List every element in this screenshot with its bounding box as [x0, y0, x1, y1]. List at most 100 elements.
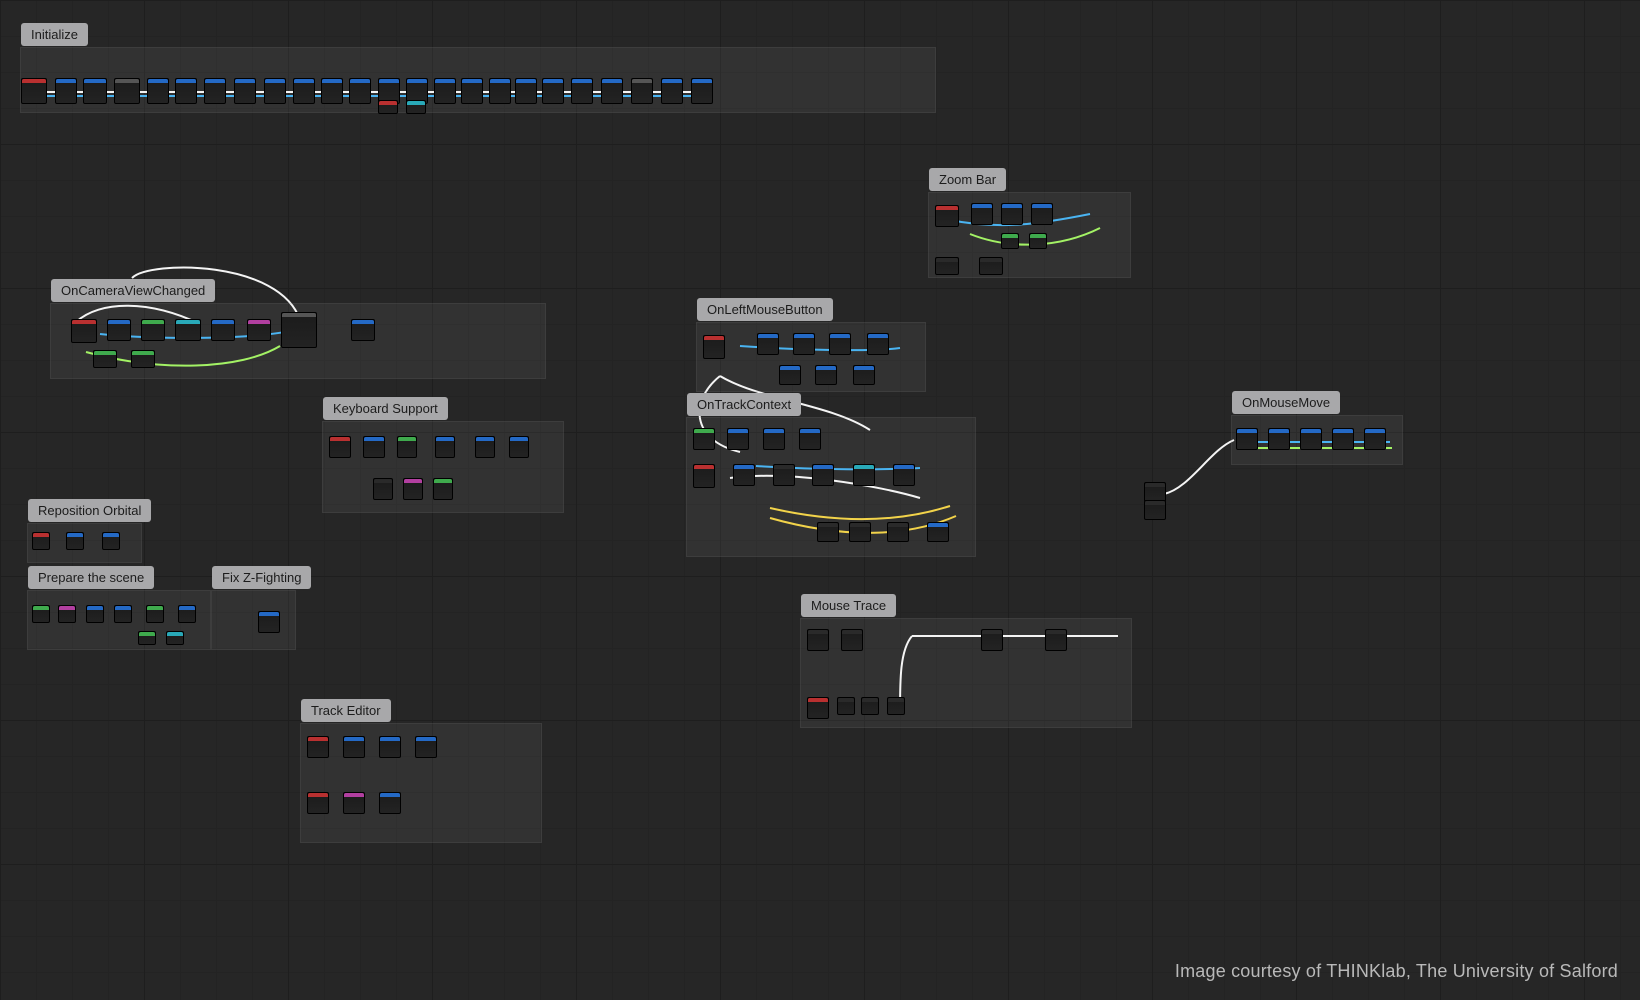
blueprint-node[interactable] [757, 333, 779, 355]
blueprint-node[interactable] [1001, 203, 1023, 225]
comment-title[interactable]: Keyboard Support [323, 397, 448, 420]
blueprint-node[interactable] [841, 629, 863, 651]
blueprint-node[interactable] [631, 78, 653, 104]
blueprint-node[interactable] [837, 697, 855, 715]
comment-title[interactable]: OnCameraViewChanged [51, 279, 215, 302]
blueprint-node[interactable] [893, 464, 915, 486]
comment-fixz[interactable]: Fix Z-Fighting [211, 590, 296, 650]
comment-onmousemove[interactable]: OnMouseMove [1231, 415, 1403, 465]
blueprint-node[interactable] [981, 629, 1003, 651]
comment-zoombar[interactable]: Zoom Bar [928, 192, 1131, 278]
blueprint-node[interactable] [763, 428, 785, 450]
blueprint-node[interactable] [703, 335, 725, 359]
blueprint-node[interactable] [887, 522, 909, 542]
blueprint-node[interactable] [812, 464, 834, 486]
blueprint-node[interactable] [799, 428, 821, 450]
blueprint-node[interactable] [434, 78, 456, 104]
blueprint-node[interactable] [234, 78, 256, 104]
comment-mousetrace[interactable]: Mouse Trace [800, 618, 1132, 728]
blueprint-node[interactable] [807, 629, 829, 651]
comment-title[interactable]: Track Editor [301, 699, 391, 722]
blueprint-node[interactable] [55, 78, 77, 104]
blueprint-node[interactable] [1029, 233, 1047, 249]
blueprint-node[interactable] [307, 792, 329, 814]
blueprint-node[interactable] [435, 436, 455, 458]
blueprint-node[interactable] [935, 205, 959, 227]
blueprint-node[interactable] [1045, 629, 1067, 651]
blueprint-node[interactable] [281, 312, 317, 348]
blueprint-node[interactable] [727, 428, 749, 450]
comment-reporbital[interactable]: Reposition Orbital [27, 523, 142, 563]
blueprint-node[interactable] [1031, 203, 1053, 225]
blueprint-node[interactable] [166, 631, 184, 645]
blueprint-node[interactable] [321, 78, 343, 104]
blueprint-node[interactable] [853, 365, 875, 385]
blueprint-node[interactable] [475, 436, 495, 458]
blueprint-node[interactable] [1332, 428, 1354, 450]
blueprint-node[interactable] [378, 100, 398, 114]
blueprint-node[interactable] [83, 78, 107, 104]
blueprint-node[interactable] [1001, 233, 1019, 249]
blueprint-node[interactable] [102, 532, 120, 550]
comment-title[interactable]: Zoom Bar [929, 168, 1006, 191]
blueprint-node[interactable] [379, 736, 401, 758]
blueprint-node[interactable] [175, 78, 197, 104]
comment-title[interactable]: Initialize [21, 23, 88, 46]
blueprint-node[interactable] [66, 532, 84, 550]
comment-title[interactable]: Fix Z-Fighting [212, 566, 311, 589]
comment-initialize[interactable]: Initialize [20, 47, 936, 113]
blueprint-node[interactable] [307, 736, 329, 758]
blueprint-node[interactable] [661, 78, 683, 104]
blueprint-node[interactable] [329, 436, 351, 458]
blueprint-node[interactable] [147, 78, 169, 104]
blueprint-node[interactable] [349, 78, 371, 104]
blueprint-node[interactable] [204, 78, 226, 104]
blueprint-node[interactable] [175, 319, 201, 341]
blueprint-node[interactable] [935, 257, 959, 275]
blueprint-node[interactable] [141, 319, 165, 341]
blueprint-node[interactable] [32, 605, 50, 623]
blueprint-node[interactable] [363, 436, 385, 458]
comment-title[interactable]: OnTrackContext [687, 393, 801, 416]
blueprint-node[interactable] [971, 203, 993, 225]
blueprint-node[interactable] [691, 78, 713, 104]
blueprint-node[interactable] [138, 631, 156, 645]
comment-title[interactable]: Prepare the scene [28, 566, 154, 589]
blueprint-node[interactable] [773, 464, 795, 486]
blueprint-node[interactable] [146, 605, 164, 623]
blueprint-node[interactable] [107, 319, 131, 341]
comment-title[interactable]: Reposition Orbital [28, 499, 151, 522]
blueprint-node[interactable] [461, 78, 483, 104]
blueprint-node[interactable] [351, 319, 375, 341]
comment-title[interactable]: OnMouseMove [1232, 391, 1340, 414]
blueprint-node[interactable] [867, 333, 889, 355]
comment-onlmb[interactable]: OnLeftMouseButton [696, 322, 926, 392]
blueprint-node[interactable] [829, 333, 851, 355]
blueprint-node[interactable] [131, 350, 155, 368]
comment-oncamview[interactable]: OnCameraViewChanged [50, 303, 546, 379]
blueprint-node[interactable] [415, 736, 437, 758]
blueprint-node[interactable] [601, 78, 623, 104]
blueprint-node[interactable] [779, 365, 801, 385]
blueprint-node[interactable] [178, 605, 196, 623]
blueprint-node[interactable] [379, 792, 401, 814]
blueprint-node[interactable] [397, 436, 417, 458]
comment-title[interactable]: Mouse Trace [801, 594, 896, 617]
blueprint-node[interactable] [1364, 428, 1386, 450]
blueprint-node[interactable] [817, 522, 839, 542]
blueprint-node[interactable] [114, 78, 140, 104]
blueprint-node[interactable] [433, 478, 453, 500]
blueprint-node[interactable] [264, 78, 286, 104]
blueprint-node[interactable] [489, 78, 511, 104]
blueprint-node[interactable] [1144, 482, 1166, 502]
blueprint-node[interactable] [849, 522, 871, 542]
blueprint-node[interactable] [807, 697, 829, 719]
comment-title[interactable]: OnLeftMouseButton [697, 298, 833, 321]
blueprint-node[interactable] [373, 478, 393, 500]
blueprint-node[interactable] [403, 478, 423, 500]
blueprint-node[interactable] [114, 605, 132, 623]
blueprint-node[interactable] [853, 464, 875, 486]
blueprint-node[interactable] [32, 532, 50, 550]
blueprint-node[interactable] [258, 611, 280, 633]
blueprint-node[interactable] [693, 464, 715, 488]
